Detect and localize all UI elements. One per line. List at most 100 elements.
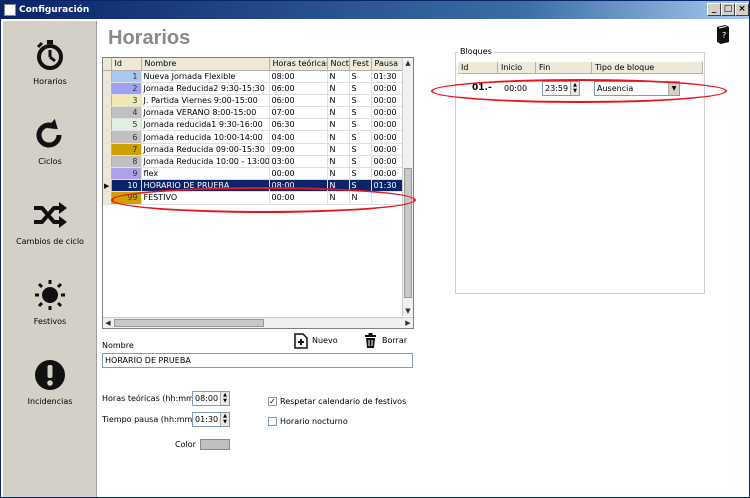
cell-id[interactable]: 7: [111, 143, 142, 156]
column-header-id[interactable]: Id: [111, 58, 142, 71]
cell-pausa[interactable]: 01:30: [371, 179, 405, 193]
cell-fest[interactable]: S: [349, 143, 372, 156]
cell-noct[interactable]: N: [327, 94, 350, 108]
cell-horas[interactable]: 06:30: [269, 118, 328, 132]
cell-fest[interactable]: S: [349, 82, 372, 95]
maximize-button[interactable]: □: [721, 3, 735, 16]
horarios-table[interactable]: Id Nombre Horas teóricas Noct Fest Pausa…: [102, 57, 414, 329]
cell-nombre[interactable]: Jornada Reducida 09:00-15:30: [141, 143, 270, 156]
cell-id[interactable]: 9: [111, 167, 142, 181]
horizontal-scrollbar[interactable]: ◀ ▶: [103, 317, 413, 328]
cell-pausa[interactable]: [371, 191, 405, 205]
vertical-scrollbar[interactable]: ▲ ▼: [402, 58, 413, 316]
scroll-left-icon[interactable]: ◀: [103, 318, 113, 328]
cell-fest[interactable]: S: [349, 155, 372, 169]
cell-fest[interactable]: S: [349, 94, 372, 108]
row-indicator[interactable]: [103, 70, 112, 83]
minimize-button[interactable]: _: [707, 3, 721, 16]
table-row[interactable]: 4 Jornada VERANO 8:00-15:00 07:00 N S 00:00: [103, 106, 405, 120]
cell-nombre[interactable]: J. Partida Viernes 9:00-15:00: [141, 94, 270, 108]
table-row[interactable]: ▶ 10 HORARIO DE PRUEBA 08:00 N S 01:30: [103, 179, 405, 193]
row-indicator[interactable]: [103, 191, 112, 205]
stepper-arrows-icon[interactable]: ▲ ▼: [220, 392, 229, 405]
cell-pausa[interactable]: 00:00: [371, 143, 405, 156]
cell-noct[interactable]: N: [327, 191, 350, 205]
cell-pausa[interactable]: 00:00: [371, 167, 405, 181]
table-row[interactable]: 3 J. Partida Viernes 9:00-15:00 06:00 N S 00:…: [103, 94, 405, 108]
cell-id[interactable]: 1: [111, 70, 142, 83]
cell-pausa[interactable]: 00:00: [371, 118, 405, 132]
cell-fest[interactable]: S: [349, 179, 372, 193]
cell-nombre[interactable]: FESTIVO: [141, 191, 270, 205]
cell-horas[interactable]: 07:00: [269, 106, 328, 120]
cell-horas[interactable]: 00:00: [269, 167, 328, 181]
scroll-up-icon[interactable]: ▲: [403, 58, 413, 68]
sidebar-item-festivos[interactable]: Festivos: [3, 279, 97, 345]
cell-pausa[interactable]: 01:30: [371, 70, 405, 83]
cell-id[interactable]: 4: [111, 106, 142, 120]
cell-fest[interactable]: S: [349, 130, 372, 144]
column-header-noct[interactable]: Noct: [327, 58, 350, 71]
cell-noct[interactable]: N: [327, 70, 350, 83]
table-row[interactable]: 8 Jornada Reducida 10:00 - 13:00 03:00 N S 00…: [103, 155, 405, 169]
cell-noct[interactable]: N: [327, 143, 350, 156]
cell-id[interactable]: 8: [111, 155, 142, 169]
cell-nombre[interactable]: flex: [141, 167, 270, 181]
cell-fest[interactable]: N: [349, 191, 372, 205]
table-row[interactable]: 2 Jornada Reducida2 9:30-15:30 06:00 N S 00:0…: [103, 82, 405, 95]
checkbox-box[interactable]: [268, 417, 277, 426]
bloques-header-fin[interactable]: Fin: [536, 62, 592, 74]
column-header-nombre[interactable]: Nombre: [141, 58, 270, 71]
cell-pausa[interactable]: 00:00: [371, 106, 405, 120]
cell-horas[interactable]: 06:00: [269, 82, 328, 95]
column-header-horas[interactable]: Horas teóricas: [269, 58, 328, 71]
bloques-header-id[interactable]: Id: [458, 62, 498, 74]
cell-noct[interactable]: N: [327, 106, 350, 120]
cell-horas[interactable]: 00:00: [269, 191, 328, 205]
cell-horas[interactable]: 09:00: [269, 143, 328, 156]
cell-nombre[interactable]: Jornada reducida 10:00-14:00: [141, 130, 270, 144]
cell-fest[interactable]: S: [349, 106, 372, 120]
stepper-arrows-icon[interactable]: ▲ ▼: [220, 413, 229, 426]
cell-horas[interactable]: 08:00: [269, 179, 328, 193]
sidebar-item-ciclos[interactable]: Ciclos: [3, 119, 97, 185]
cell-horas[interactable]: 06:00: [269, 94, 328, 108]
sidebar-item-horarios[interactable]: Horarios: [3, 39, 97, 105]
cell-noct[interactable]: N: [327, 118, 350, 132]
column-header-fest[interactable]: Fest: [349, 58, 372, 71]
color-swatch[interactable]: [200, 439, 230, 450]
bloques-header-tipo[interactable]: Tipo de bloque: [592, 62, 703, 74]
table-row[interactable]: 7 Jornada Reducida 09:00-15:30 09:00 N S 00:0…: [103, 143, 405, 156]
cell-noct[interactable]: N: [327, 179, 350, 193]
cell-fest[interactable]: S: [349, 118, 372, 132]
horas-teoricas-stepper[interactable]: 08:00 ▲ ▼: [192, 391, 230, 406]
table-row[interactable]: 9 flex 00:00 N S 00:00: [103, 167, 405, 181]
sidebar-item-cambios-de-ciclo[interactable]: Cambios de ciclo: [3, 199, 97, 265]
row-indicator[interactable]: [103, 130, 112, 144]
row-indicator[interactable]: [103, 167, 112, 181]
scroll-thumb[interactable]: [404, 168, 412, 298]
cell-noct[interactable]: N: [327, 82, 350, 95]
table-row[interactable]: 6 Jornada reducida 10:00-14:00 04:00 N S 00:0…: [103, 130, 405, 144]
respetar-festivos-checkbox[interactable]: ✓ Respetar calendario de festivos: [268, 397, 406, 407]
cell-fest[interactable]: S: [349, 167, 372, 181]
scroll-right-icon[interactable]: ▶: [403, 318, 413, 328]
cell-nombre[interactable]: HORARIO DE PRUEBA: [141, 179, 270, 193]
row-indicator[interactable]: [103, 155, 112, 169]
bloques-table[interactable]: Id Inicio Fin Tipo de bloque 01.- 00:00 …: [458, 62, 703, 292]
borrar-button[interactable]: Borrar: [364, 333, 407, 349]
bloques-header-inicio[interactable]: Inicio: [498, 62, 536, 74]
scroll-down-icon[interactable]: ▼: [403, 306, 413, 316]
cell-nombre[interactable]: Jornada Reducida 10:00 - 13:00: [141, 155, 270, 169]
stepper-arrows-icon[interactable]: ▲ ▼: [570, 82, 579, 95]
row-indicator[interactable]: [103, 106, 112, 120]
close-button[interactable]: ×: [735, 3, 749, 16]
sidebar-item-incidencias[interactable]: Incidencias: [3, 359, 97, 425]
scroll-thumb[interactable]: [114, 319, 264, 327]
cell-id[interactable]: 10: [111, 179, 142, 193]
help-book-icon[interactable]: ?: [715, 24, 731, 44]
cell-pausa[interactable]: 00:00: [371, 130, 405, 144]
cell-fest[interactable]: S: [349, 70, 372, 83]
cell-noct[interactable]: N: [327, 167, 350, 181]
cell-id[interactable]: 5: [111, 118, 142, 132]
